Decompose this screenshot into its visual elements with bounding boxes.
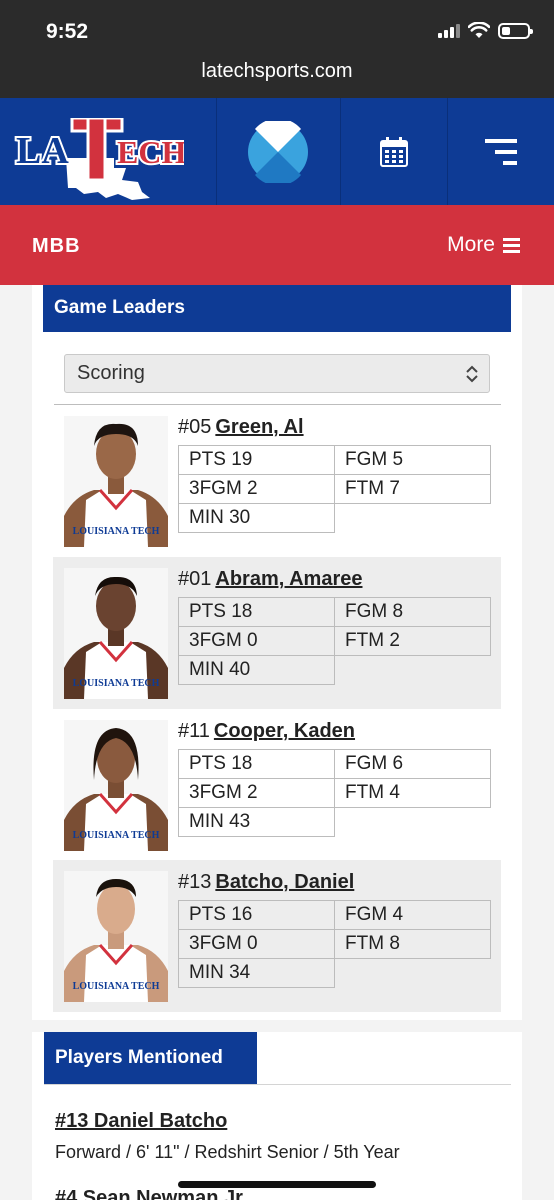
player-heading: #11 Cooper, Kaden	[178, 720, 355, 743]
player-number: #05	[178, 416, 212, 438]
player-heading: #13 Batcho, Daniel	[178, 871, 354, 894]
player-number: #01	[178, 568, 212, 590]
stat-3fgm: 3FGM 2	[178, 474, 335, 504]
stat-fgm: FGM 6	[334, 749, 491, 779]
player-photo: LOUISIANA TECH	[64, 871, 168, 1002]
latech-logo[interactable]: LA LA ECH ECH	[14, 118, 184, 200]
player-photo: LOUISIANA TECH	[64, 720, 168, 851]
battery-icon	[498, 22, 533, 39]
player-name-link[interactable]: Green, Al	[215, 416, 303, 438]
stat-ftm: FTM 4	[334, 778, 491, 808]
stat-pts: PTS 19	[178, 445, 335, 475]
stat-3fgm: 3FGM 0	[178, 626, 335, 656]
player-name-link[interactable]: Abram, Amaree	[215, 568, 362, 590]
xsport-button[interactable]	[216, 98, 340, 205]
stat-category-value: Scoring	[77, 362, 145, 384]
player-heading: #01 Abram, Amaree	[178, 568, 362, 591]
leader-row: LOUISIANA TECH #01 Abram, Amaree PTS 18 F…	[53, 557, 501, 709]
address-bar[interactable]: latechsports.com	[0, 52, 554, 98]
mentioned-player-link[interactable]: #13 Daniel Batcho	[55, 1110, 227, 1133]
stat-3fgm: 3FGM 2	[178, 778, 335, 808]
xsport-icon	[248, 120, 308, 183]
player-heading: #05 Green, Al	[178, 416, 304, 439]
player-photo: LOUISIANA TECH	[64, 568, 168, 699]
svg-text:LOUISIANA TECH: LOUISIANA TECH	[73, 678, 160, 689]
stat-fgm: FGM 8	[334, 597, 491, 627]
stat-min: MIN 30	[178, 503, 335, 533]
divider	[44, 1084, 511, 1085]
site-header: LA LA ECH ECH	[0, 98, 554, 205]
calendar-icon	[379, 136, 408, 167]
game-leaders-card: Game Leaders Scoring LOUISIANA TECH #05 G…	[32, 285, 522, 1020]
menu-icon	[484, 138, 517, 165]
more-label: More	[447, 233, 495, 256]
svg-text:LOUISIANA TECH: LOUISIANA TECH	[73, 981, 160, 992]
player-number: #13	[178, 871, 212, 893]
game-leaders-title: Game Leaders	[43, 285, 511, 332]
stat-ftm: FTM 8	[334, 929, 491, 959]
stat-pts: PTS 18	[178, 597, 335, 627]
status-bar: 9:52	[0, 0, 554, 52]
stat-min: MIN 43	[178, 807, 335, 837]
sport-title[interactable]: MBB	[32, 235, 81, 258]
stat-min: MIN 34	[178, 958, 335, 988]
stat-min: MIN 40	[178, 655, 335, 685]
url-text: latechsports.com	[201, 60, 353, 82]
player-photo: LOUISIANA TECH	[64, 416, 168, 547]
logo-ech: ECH	[117, 134, 184, 170]
mentioned-player-detail: Forward / 6' 11" / Redshirt Senior / 5th…	[55, 1142, 400, 1162]
stat-ftm: FTM 2	[334, 626, 491, 656]
mentioned-player-link[interactable]: #4 Sean Newman Jr.	[55, 1187, 247, 1200]
stat-3fgm: 3FGM 0	[178, 929, 335, 959]
stat-category-select[interactable]: Scoring	[64, 354, 490, 393]
leader-row: LOUISIANA TECH #13 Batcho, Daniel PTS 16 …	[53, 860, 501, 1012]
player-number: #11	[178, 720, 210, 742]
sport-subnav: MBB More	[0, 205, 554, 285]
stat-pts: PTS 18	[178, 749, 335, 779]
select-caret-icon	[466, 365, 478, 383]
logo-la: LA	[16, 130, 69, 172]
leader-row: LOUISIANA TECH #11 Cooper, Kaden PTS 18 F…	[53, 709, 501, 861]
players-mentioned-title: Players Mentioned	[44, 1032, 257, 1084]
stat-ftm: FTM 7	[334, 474, 491, 504]
stat-fgm: FGM 4	[334, 900, 491, 930]
status-icons	[438, 22, 533, 39]
signal-icon	[438, 23, 460, 38]
more-button[interactable]: More	[447, 233, 520, 257]
hamburger-icon	[503, 237, 520, 253]
svg-text:LOUISIANA TECH: LOUISIANA TECH	[73, 526, 160, 537]
players-mentioned-card: Players Mentioned #13 Daniel Batcho Forw…	[32, 1032, 522, 1200]
leader-row: LOUISIANA TECH #05 Green, Al PTS 19 FGM 5…	[53, 405, 501, 557]
main-menu-button[interactable]	[447, 98, 554, 205]
svg-text:LOUISIANA TECH: LOUISIANA TECH	[73, 830, 160, 841]
home-indicator[interactable]	[178, 1181, 376, 1188]
player-name-link[interactable]: Cooper, Kaden	[214, 720, 355, 742]
calendar-button[interactable]	[340, 98, 447, 205]
status-time: 9:52	[46, 20, 89, 43]
wifi-icon	[468, 22, 490, 38]
stat-fgm: FGM 5	[334, 445, 491, 475]
player-name-link[interactable]: Batcho, Daniel	[215, 871, 354, 893]
stat-pts: PTS 16	[178, 900, 335, 930]
